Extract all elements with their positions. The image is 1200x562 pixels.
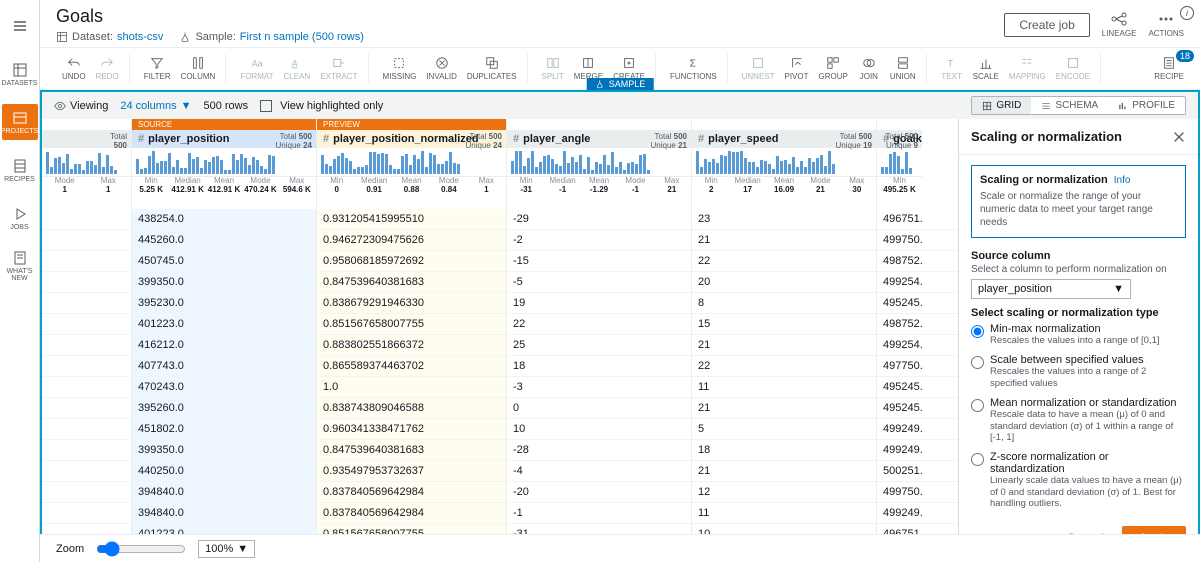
functions-button[interactable]: ΣFUNCTIONS [666, 54, 721, 83]
view-bar: Viewing 24 columns ▼ 500 rows View highl… [40, 90, 1200, 119]
union-button[interactable]: UNION [886, 54, 920, 83]
missing-button[interactable]: MISSING [379, 54, 421, 83]
table-row[interactable]: 416212.0 0.883802551866372 25 21 499254.… [42, 335, 958, 356]
source-column-select[interactable]: player_position▼ [971, 279, 1131, 299]
svg-text:Aa: Aa [252, 59, 263, 69]
source-column-label: Source column [971, 250, 1186, 262]
preview-tag: PREVIEW [317, 119, 506, 130]
table-row[interactable]: 395230.0 0.838679291946330 19 8 495245.0 [42, 293, 958, 314]
extract-button[interactable]: EXTRACT [316, 54, 361, 83]
zoom-slider[interactable] [96, 541, 186, 557]
nav-recipes[interactable]: RECIPES [2, 152, 38, 188]
page-title: Goals [56, 6, 364, 27]
panel-title: Scaling or normalization [971, 129, 1122, 144]
view-toggle: GRID SCHEMA PROFILE [971, 96, 1186, 115]
actions-button[interactable]: ACTIONS [1148, 11, 1184, 38]
unnest-button[interactable]: UNNEST [738, 54, 779, 83]
nav-whats-new[interactable]: WHAT'S NEW [2, 248, 38, 284]
table-row[interactable]: 445260.0 0.946272309475626 -2 21 499750.… [42, 230, 958, 251]
table-row[interactable]: 438254.0 0.931205415995510 -29 23 496751… [42, 209, 958, 230]
type-label: Select scaling or normalization type [971, 307, 1186, 319]
create-job-button[interactable]: Create job [1004, 13, 1089, 37]
close-icon[interactable] [1172, 130, 1186, 144]
encode-button[interactable]: ENCODE [1052, 54, 1094, 83]
table-row[interactable]: 394840.0 0.837840569642984 -20 12 499750… [42, 482, 958, 503]
view-grid[interactable]: GRID [972, 97, 1031, 114]
dataset-info: Dataset: shots-csv [56, 31, 163, 43]
invalid-button[interactable]: INVALID [422, 54, 461, 83]
group-button[interactable]: GROUP [815, 54, 852, 83]
info-box: Scaling or normalizationInfo Scale or no… [971, 165, 1186, 238]
recipe-button[interactable]: RECIPE 18 [1150, 54, 1188, 83]
pivot-button[interactable]: PIVOT [781, 54, 813, 83]
view-profile[interactable]: PROFILE [1108, 97, 1185, 114]
sample-info: Sample: First n sample (500 rows) [179, 31, 363, 43]
nav-datasets[interactable]: DATASETS [2, 56, 38, 92]
table-row[interactable]: 395260.0 0.838743809046588 0 21 495245.0 [42, 398, 958, 419]
table-row[interactable]: 394840.0 0.837840569642984 -1 11 499249.… [42, 503, 958, 524]
table-row[interactable]: 470243.0 1.0 -3 11 495245.0 [42, 377, 958, 398]
dataset-link[interactable]: shots-csv [117, 31, 163, 43]
table-row[interactable]: 399350.0 0.847539640381683 -28 18 499249… [42, 440, 958, 461]
toolbar: UNDO REDO FILTER COLUMN AaFORMAT ACLEAN … [40, 48, 1200, 90]
svg-text:T: T [947, 59, 953, 69]
transform-panel: Scaling or normalization Scaling or norm… [958, 119, 1198, 560]
view-schema[interactable]: SCHEMA [1031, 97, 1108, 114]
radio-option[interactable]: Mean normalization or standardizationRes… [971, 397, 1186, 443]
row-count: 500 rows [203, 100, 248, 112]
filter-button[interactable]: FILTER [140, 54, 175, 83]
duplicates-button[interactable]: DUPLICATES [463, 54, 521, 83]
recipe-count-badge: 18 [1176, 50, 1194, 62]
radio-option[interactable]: Z-score normalization or standardization… [971, 451, 1186, 509]
svg-text:A: A [292, 59, 298, 69]
highlighted-toggle[interactable]: View highlighted only [260, 100, 383, 112]
source-tag: SOURCE [132, 119, 316, 130]
radio-option[interactable]: Scale between specified valuesRescales t… [971, 354, 1186, 389]
column-button[interactable]: COLUMN [177, 54, 220, 83]
table-row[interactable]: 407743.0 0.865589374463702 18 22 497750.… [42, 356, 958, 377]
zoom-label: Zoom [56, 543, 84, 555]
join-button[interactable]: JOIN [854, 54, 884, 83]
nav-jobs[interactable]: JOBS [2, 200, 38, 236]
sample-link[interactable]: First n sample (500 rows) [240, 31, 364, 43]
table-row[interactable]: 399350.0 0.847539640381683 -5 20 499254.… [42, 272, 958, 293]
format-button[interactable]: AaFORMAT [236, 54, 277, 83]
lineage-button[interactable]: LINEAGE [1102, 11, 1137, 38]
zoom-select[interactable]: 100%▼ [198, 540, 255, 558]
table-row[interactable]: 450745.0 0.958068185972692 -15 22 498752… [42, 251, 958, 272]
text-button[interactable]: TTEXT [937, 54, 967, 83]
info-link[interactable]: Info [1114, 175, 1131, 186]
radio-option[interactable]: Min-max normalizationRescales the values… [971, 323, 1186, 346]
page-header: Goals Dataset: shots-csv Sample: First n… [40, 0, 1200, 48]
clean-button[interactable]: ACLEAN [280, 54, 315, 83]
columns-dropdown[interactable]: 24 columns ▼ [120, 100, 191, 112]
menu-toggle[interactable] [2, 8, 38, 44]
mapping-button[interactable]: MAPPING [1005, 54, 1050, 83]
table-row[interactable]: 401223.0 0.851567658007755 22 15 498752.… [42, 314, 958, 335]
scale-button[interactable]: SCALE [969, 54, 1003, 83]
table-row[interactable]: 440250.0 0.935497953732637 -4 21 500251.… [42, 461, 958, 482]
svg-text:Σ: Σ [690, 58, 697, 70]
info-icon[interactable]: i [1180, 6, 1194, 20]
undo-button[interactable]: UNDO [58, 54, 90, 83]
nav-projects[interactable]: PROJECTS [2, 104, 38, 140]
split-button[interactable]: SPLIT [538, 54, 568, 83]
redo-button[interactable]: REDO [92, 54, 123, 83]
data-grid: Total500 Mode1Max1 SOURCE # player_posit… [42, 119, 958, 560]
nav-rail: DATASETS PROJECTS RECIPES JOBS WHAT'S NE… [0, 0, 40, 562]
sample-pill[interactable]: SAMPLE [587, 78, 654, 90]
eye-icon [54, 100, 66, 112]
footer: Zoom 100%▼ [40, 534, 1200, 562]
table-row[interactable]: 451802.0 0.960341338471762 10 5 499249.0 [42, 419, 958, 440]
